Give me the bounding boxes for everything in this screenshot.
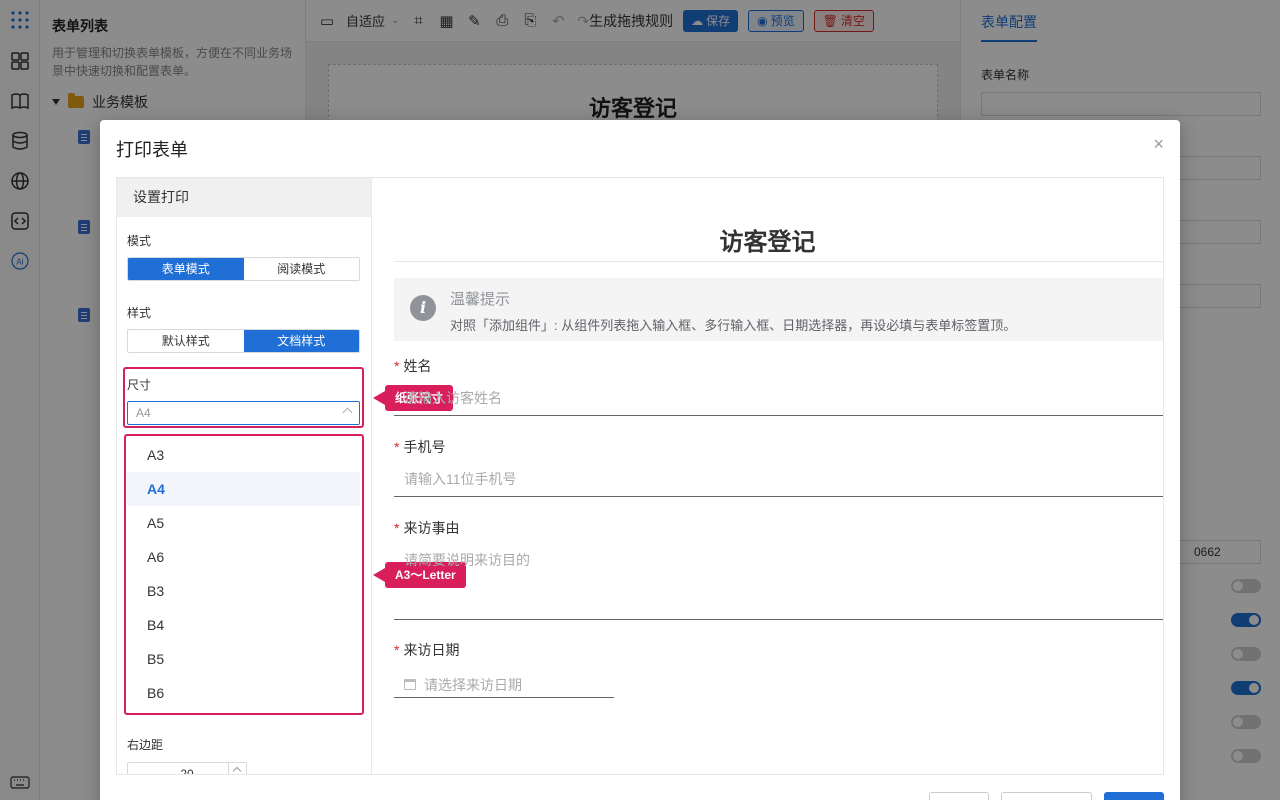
- stepper-up-icon[interactable]: [228, 763, 246, 774]
- close-icon[interactable]: ×: [1153, 134, 1164, 155]
- style-document-option[interactable]: 文档样式: [243, 330, 359, 352]
- size-option-b5[interactable]: B5: [127, 642, 360, 676]
- paper-size-value: A4: [136, 406, 151, 420]
- preview-form-title: 访客登记: [719, 229, 816, 256]
- name-label: * 姓名: [394, 358, 432, 374]
- size-option-a6[interactable]: A6: [127, 540, 360, 574]
- chevron-up-icon: [342, 407, 353, 418]
- style-label: 样式: [127, 306, 152, 320]
- size-option-b6[interactable]: B6: [127, 676, 360, 710]
- right-margin-value: 20: [180, 767, 194, 775]
- footer-button[interactable]: [1001, 792, 1092, 800]
- print-form-dialog: 打印表单 × 设置打印 模式 表单模式 阅读模式 样式 默认样式 文档样式 尺寸…: [100, 120, 1180, 800]
- info-icon: i: [410, 295, 436, 321]
- size-option-b4[interactable]: B4: [127, 608, 360, 642]
- visit-date-label: * 来访日期: [394, 642, 460, 658]
- mode-read-option[interactable]: 阅读模式: [244, 258, 360, 280]
- print-settings-header: 设置打印: [117, 178, 371, 217]
- right-margin-label: 右边距: [127, 738, 164, 752]
- size-option-a4[interactable]: A4: [127, 472, 360, 506]
- name-input[interactable]: 请输入访客姓名: [394, 388, 1163, 416]
- visit-reason-textarea[interactable]: 请简要说明来访目的: [394, 550, 1163, 620]
- title-divider: [394, 261, 1163, 262]
- visit-reason-label: * 来访事由: [394, 520, 460, 536]
- dialog-title: 打印表单: [116, 140, 188, 160]
- print-settings-panel: 设置打印 模式 表单模式 阅读模式 样式 默认样式 文档样式 尺寸 A4 A3 …: [116, 177, 371, 775]
- calendar-icon: [404, 679, 416, 690]
- notice-description: 对照「添加组件」: 从组件列表拖入输入框、多行输入框、日期选择器，再设必填与表单…: [450, 318, 1017, 333]
- phone-label: * 手机号: [394, 439, 446, 455]
- mode-toggle: 表单模式 阅读模式: [127, 257, 360, 281]
- right-margin-stepper[interactable]: 20: [127, 762, 247, 775]
- style-default-option[interactable]: 默认样式: [128, 330, 244, 352]
- mode-label: 模式: [127, 234, 152, 248]
- size-option-a3[interactable]: A3: [127, 438, 360, 472]
- confirm-button[interactable]: [1104, 792, 1164, 800]
- visit-date-picker[interactable]: 请选择来访日期: [394, 672, 614, 698]
- paper-size-select[interactable]: A4: [127, 401, 360, 425]
- tip-notice: i 温馨提示 对照「添加组件」: 从组件列表拖入输入框、多行输入框、日期选择器，…: [394, 278, 1163, 341]
- size-option-b3[interactable]: B3: [127, 574, 360, 608]
- paper-size-dropdown: A3 A4 A5 A6 B3 B4 B5 B6: [127, 438, 360, 714]
- footer-button[interactable]: [929, 792, 989, 800]
- phone-input[interactable]: 请输入11位手机号: [394, 469, 1163, 497]
- style-toggle: 默认样式 文档样式: [127, 329, 360, 353]
- size-option-a5[interactable]: A5: [127, 506, 360, 540]
- size-label: 尺寸: [127, 378, 152, 392]
- notice-title: 温馨提示: [450, 291, 511, 308]
- mode-form-option[interactable]: 表单模式: [128, 258, 244, 280]
- print-preview: 访客登记 i 温馨提示 对照「添加组件」: 从组件列表拖入输入框、多行输入框、日…: [371, 177, 1164, 775]
